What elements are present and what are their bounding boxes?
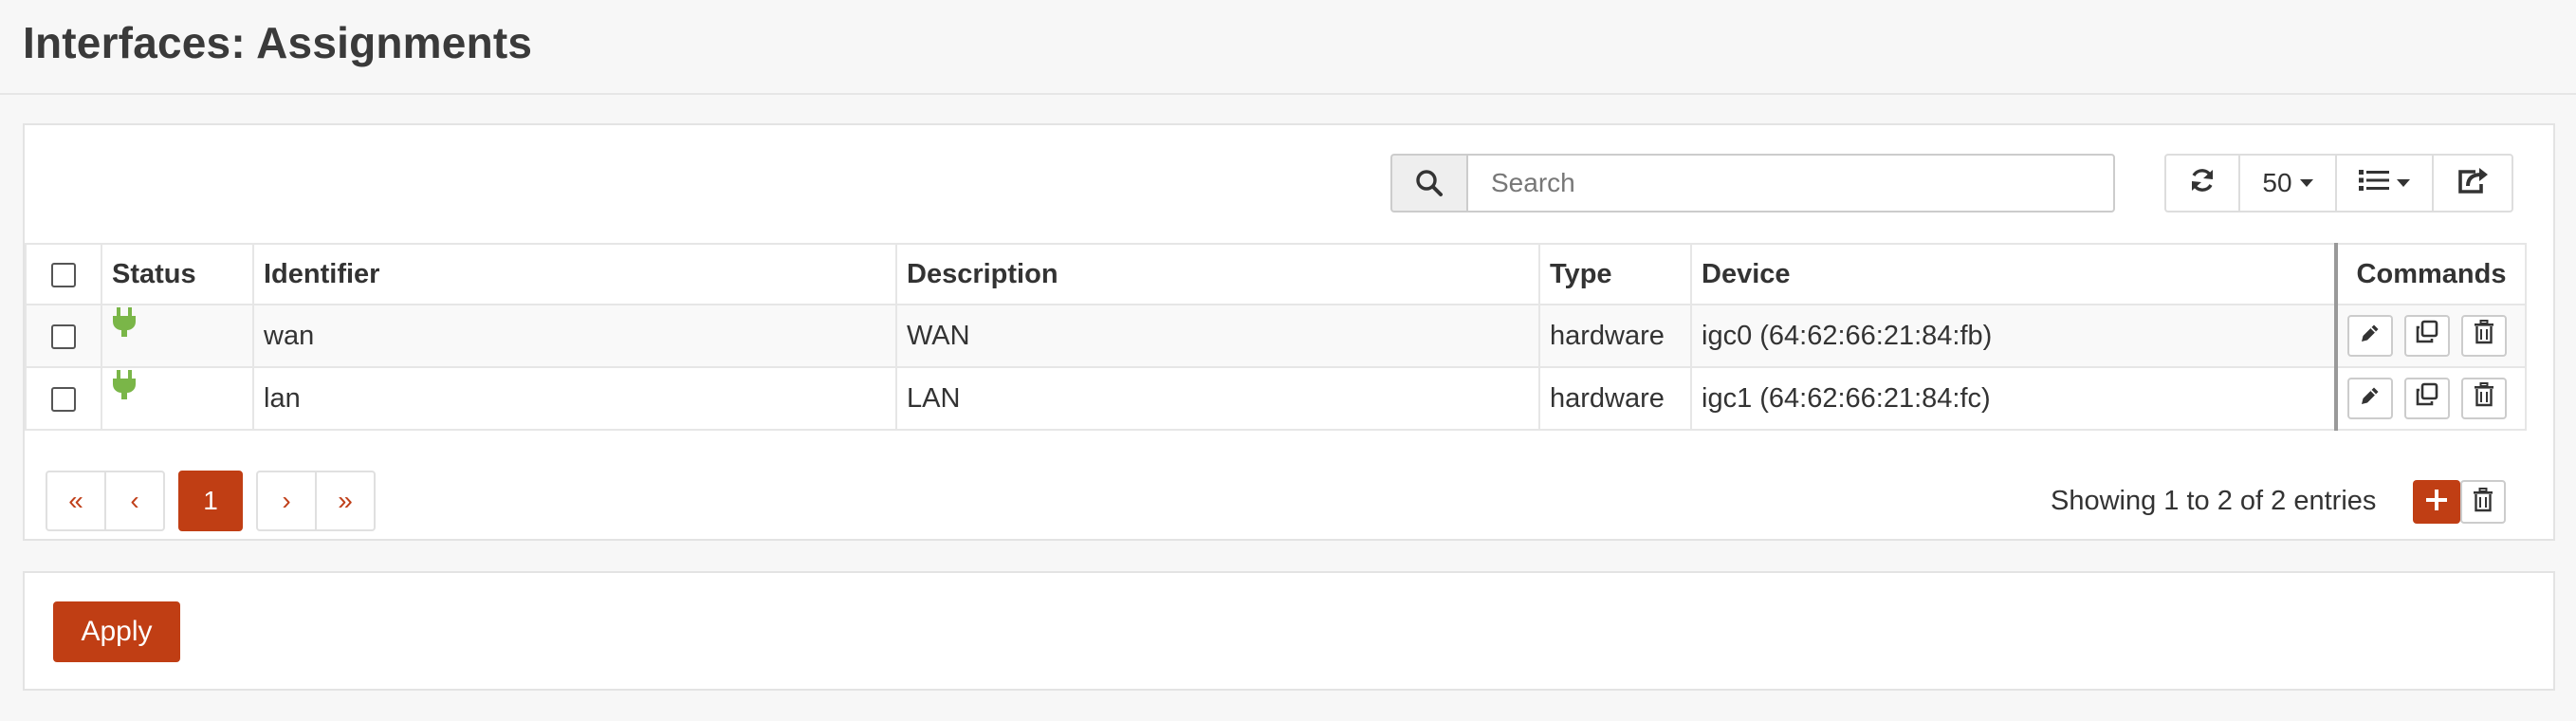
description-cell: LAN <box>895 366 1540 431</box>
share-icon <box>2456 166 2489 201</box>
column-header-commands: Commands <box>2334 243 2527 305</box>
interfaces-table: Status Identifier Description Type Devic… <box>25 243 2527 431</box>
plug-icon <box>112 369 137 414</box>
next-page-button[interactable]: › <box>256 471 317 531</box>
device-cell: igc0 (64:62:66:21:84:fb) <box>1690 304 2337 368</box>
delete-button[interactable] <box>2461 315 2508 357</box>
page-size-dropdown[interactable]: 50 <box>2238 154 2337 213</box>
device-cell: igc1 (64:62:66:21:84:fc) <box>1690 366 2337 431</box>
previous-page-button[interactable]: ‹ <box>104 471 165 531</box>
list-icon <box>2359 168 2389 198</box>
edit-button[interactable] <box>2347 378 2393 419</box>
pencil-icon <box>2359 321 2382 352</box>
trash-icon <box>2474 320 2494 352</box>
last-page-button[interactable]: » <box>315 471 376 531</box>
first-page-button[interactable]: « <box>46 471 106 531</box>
edit-button[interactable] <box>2347 315 2393 357</box>
interfaces-panel: 50 <box>23 123 2555 541</box>
current-page-button[interactable]: 1 <box>178 471 243 531</box>
column-header-device[interactable]: Device <box>1690 243 2337 305</box>
page-header: Interfaces: Assignments <box>0 0 2576 95</box>
trash-icon <box>2473 487 2493 517</box>
plus-icon <box>2425 489 2448 516</box>
export-button[interactable] <box>2432 154 2513 213</box>
page-size-value: 50 <box>2262 168 2292 197</box>
select-all-checkbox[interactable] <box>51 262 76 287</box>
refresh-icon <box>2188 166 2217 201</box>
search-icon <box>1390 154 1466 213</box>
trash-icon <box>2474 382 2494 415</box>
identifier-cell: lan <box>252 366 897 431</box>
column-header-identifier[interactable]: Identifier <box>252 243 897 305</box>
row-select-cell <box>25 304 102 368</box>
refresh-button[interactable] <box>2164 154 2240 213</box>
columns-dropdown[interactable] <box>2335 154 2434 213</box>
type-cell: hardware <box>1538 304 1692 368</box>
commands-cell <box>2334 304 2527 368</box>
identifier-cell: wan <box>252 304 897 368</box>
pagination: « ‹ 1 › » <box>46 471 376 531</box>
status-cell <box>101 366 254 431</box>
entries-info: Showing 1 to 2 of 2 entries <box>2051 486 2377 516</box>
select-all-cell <box>25 243 102 305</box>
type-cell: hardware <box>1538 366 1692 431</box>
apply-button[interactable]: Apply <box>53 601 180 662</box>
delete-selected-button[interactable] <box>2460 480 2506 524</box>
column-header-status[interactable]: Status <box>101 243 254 305</box>
apply-panel: Apply <box>23 571 2555 691</box>
delete-button[interactable] <box>2461 378 2508 419</box>
row-checkbox[interactable] <box>51 386 76 412</box>
clone-button[interactable] <box>2404 315 2451 357</box>
row-checkbox[interactable] <box>51 324 76 349</box>
table-header-row: Status Identifier Description Type Devic… <box>25 243 2527 305</box>
search-group <box>1390 154 2115 213</box>
copy-icon <box>2415 382 2439 415</box>
clone-button[interactable] <box>2404 378 2451 419</box>
chevron-down-icon <box>2397 179 2410 187</box>
plug-icon <box>112 306 137 351</box>
search-input[interactable] <box>1466 154 2115 213</box>
table-row: lan LAN hardware igc1 (64:62:66:21:84:fc… <box>25 366 2527 431</box>
commands-cell <box>2334 366 2527 431</box>
pencil-icon <box>2359 383 2382 415</box>
table-row: wan WAN hardware igc0 (64:62:66:21:84:fb… <box>25 304 2527 368</box>
page-title: Interfaces: Assignments <box>23 18 533 67</box>
status-cell <box>101 304 254 368</box>
copy-icon <box>2415 320 2439 352</box>
description-cell: WAN <box>895 304 1540 368</box>
add-button[interactable] <box>2413 480 2460 524</box>
chevron-down-icon <box>2299 179 2313 187</box>
grid-toolbar: 50 <box>2164 154 2513 213</box>
column-header-description[interactable]: Description <box>895 243 1540 305</box>
row-select-cell <box>25 366 102 431</box>
column-header-type[interactable]: Type <box>1538 243 1692 305</box>
